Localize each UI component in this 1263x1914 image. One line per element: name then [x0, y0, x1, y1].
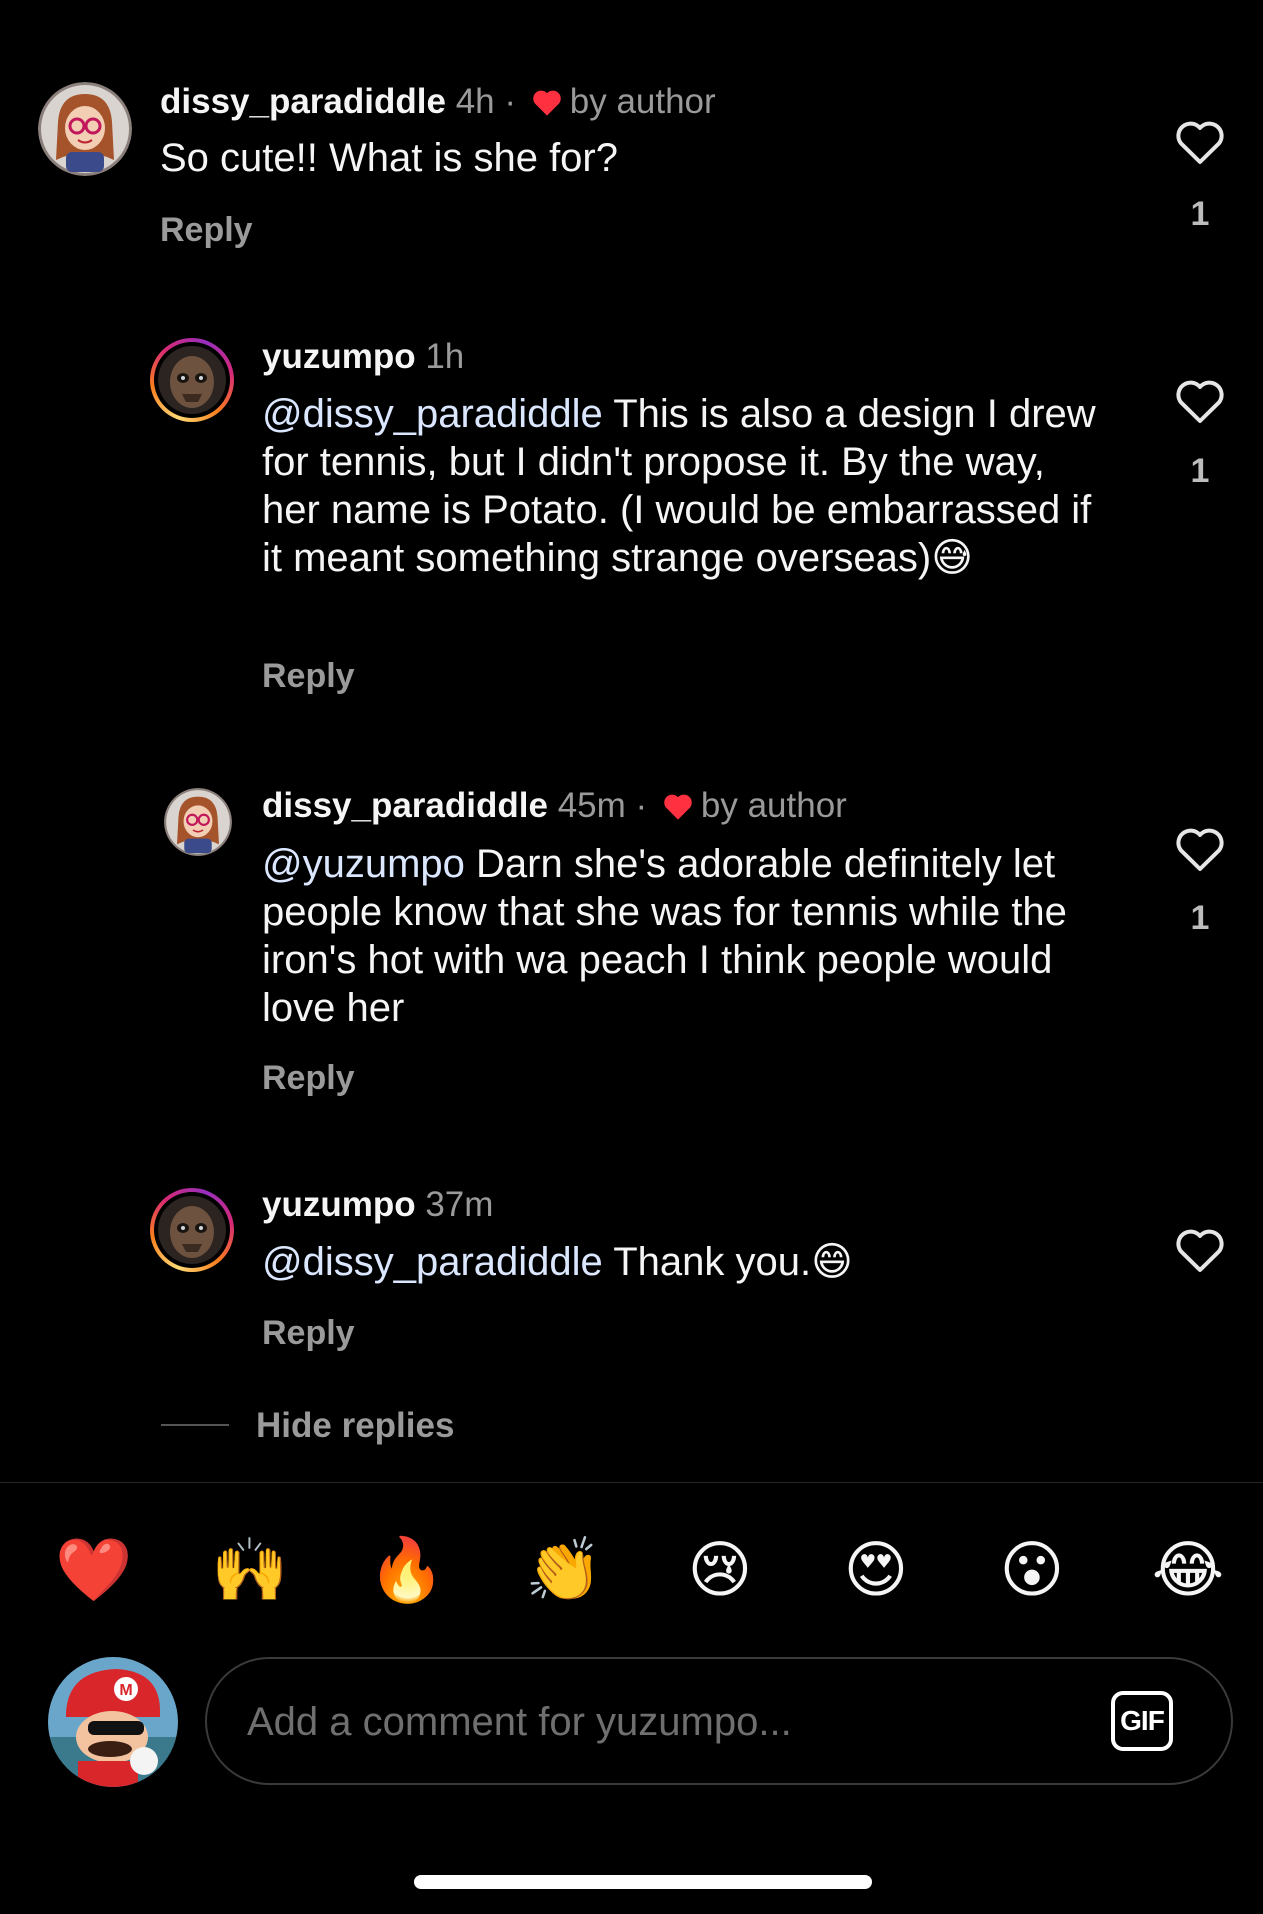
home-indicator[interactable]: [414, 1875, 872, 1889]
gif-button[interactable]: GIF: [1111, 1691, 1173, 1751]
reply-button[interactable]: Reply: [262, 656, 355, 696]
reply-button[interactable]: Reply: [160, 210, 253, 250]
hide-replies-button[interactable]: Hide replies: [256, 1404, 454, 1448]
timestamp: 4h: [455, 82, 495, 121]
heart-filled-icon: [661, 788, 695, 832]
username[interactable]: dissy_paradiddle: [160, 82, 446, 121]
like-count[interactable]: 1: [1170, 452, 1230, 491]
like-button[interactable]: [1170, 118, 1230, 171]
reaction-laughing[interactable]: 😂: [1148, 1530, 1228, 1610]
current-user-avatar: M: [48, 1657, 178, 1787]
comment-text: So cute!! What is she for?: [160, 134, 1090, 182]
like-button[interactable]: [1170, 825, 1230, 878]
heart-filled-icon: [530, 84, 564, 128]
heart-outline-icon: [1176, 121, 1224, 164]
timestamp: 37m: [425, 1185, 494, 1224]
reply-button[interactable]: Reply: [262, 1058, 355, 1098]
reaction-raised-hands[interactable]: 🙌: [210, 1530, 290, 1610]
like-count[interactable]: 1: [1170, 195, 1230, 234]
reaction-surprised[interactable]: 😮: [992, 1530, 1072, 1610]
avatar-image: [158, 1196, 226, 1264]
username[interactable]: dissy_paradiddle: [262, 786, 548, 825]
heart-outline-icon: [1176, 1229, 1224, 1272]
comment-input-field: GIF: [205, 1657, 1233, 1785]
composer-divider: [0, 1482, 1263, 1483]
comment-text: @yuzumpo Darn she's adorable definitely …: [262, 840, 1112, 1032]
comment-header: dissy_paradiddle 4h · by author: [160, 80, 716, 128]
quick-reactions-bar: ❤️ 🙌 🔥 👏 😢 😍 😮 😂: [0, 1530, 1263, 1610]
avatar-image: M: [48, 1657, 178, 1787]
like-button[interactable]: [1170, 377, 1230, 430]
liked-by-author-label: by author: [700, 786, 847, 825]
username[interactable]: yuzumpo: [262, 337, 416, 376]
comment-header: yuzumpo 37m: [262, 1183, 493, 1227]
comment-input[interactable]: [245, 1659, 1069, 1785]
story-ring[interactable]: [150, 1188, 234, 1272]
hide-replies-line: [161, 1424, 229, 1426]
separator-dot: ·: [504, 82, 517, 121]
heart-outline-icon: [1176, 828, 1224, 871]
reaction-clap[interactable]: 👏: [524, 1530, 604, 1610]
like-button[interactable]: [1170, 1226, 1230, 1279]
avatar[interactable]: [164, 788, 232, 856]
reaction-fire[interactable]: 🔥: [367, 1530, 447, 1610]
timestamp: 45m: [557, 786, 626, 825]
comment-body: So cute!! What is she for?: [160, 136, 618, 180]
reaction-crying[interactable]: 😢: [680, 1530, 760, 1610]
timestamp: 1h: [425, 337, 465, 376]
story-ring[interactable]: [150, 338, 234, 422]
liked-by-author-label: by author: [569, 82, 716, 121]
heart-outline-icon: [1176, 380, 1224, 423]
svg-text:M: M: [119, 1682, 132, 1699]
separator-dot: ·: [635, 786, 648, 825]
username[interactable]: yuzumpo: [262, 1185, 416, 1224]
mention-link[interactable]: @yuzumpo: [262, 842, 465, 886]
avatar-image: [158, 346, 226, 414]
comment-body: Thank you.😄: [602, 1240, 853, 1284]
avatar[interactable]: [38, 82, 132, 176]
avatar: [158, 346, 226, 414]
reply-button[interactable]: Reply: [262, 1313, 355, 1353]
reaction-heart[interactable]: ❤️: [54, 1530, 134, 1610]
comment-header: dissy_paradiddle 45m · by author: [262, 784, 847, 832]
mention-link[interactable]: @dissy_paradiddle: [262, 392, 603, 436]
comment-text: @dissy_paradiddle This is also a design …: [262, 390, 1112, 582]
avatar: [158, 1196, 226, 1264]
comment-text: @dissy_paradiddle Thank you.😄: [262, 1238, 1112, 1286]
avatar-image: [38, 82, 132, 176]
like-count[interactable]: 1: [1170, 899, 1230, 938]
avatar-image: [164, 788, 232, 856]
mention-link[interactable]: @dissy_paradiddle: [262, 1240, 603, 1284]
reaction-heart-eyes[interactable]: 😍: [836, 1530, 916, 1610]
comment-header: yuzumpo 1h: [262, 335, 464, 379]
